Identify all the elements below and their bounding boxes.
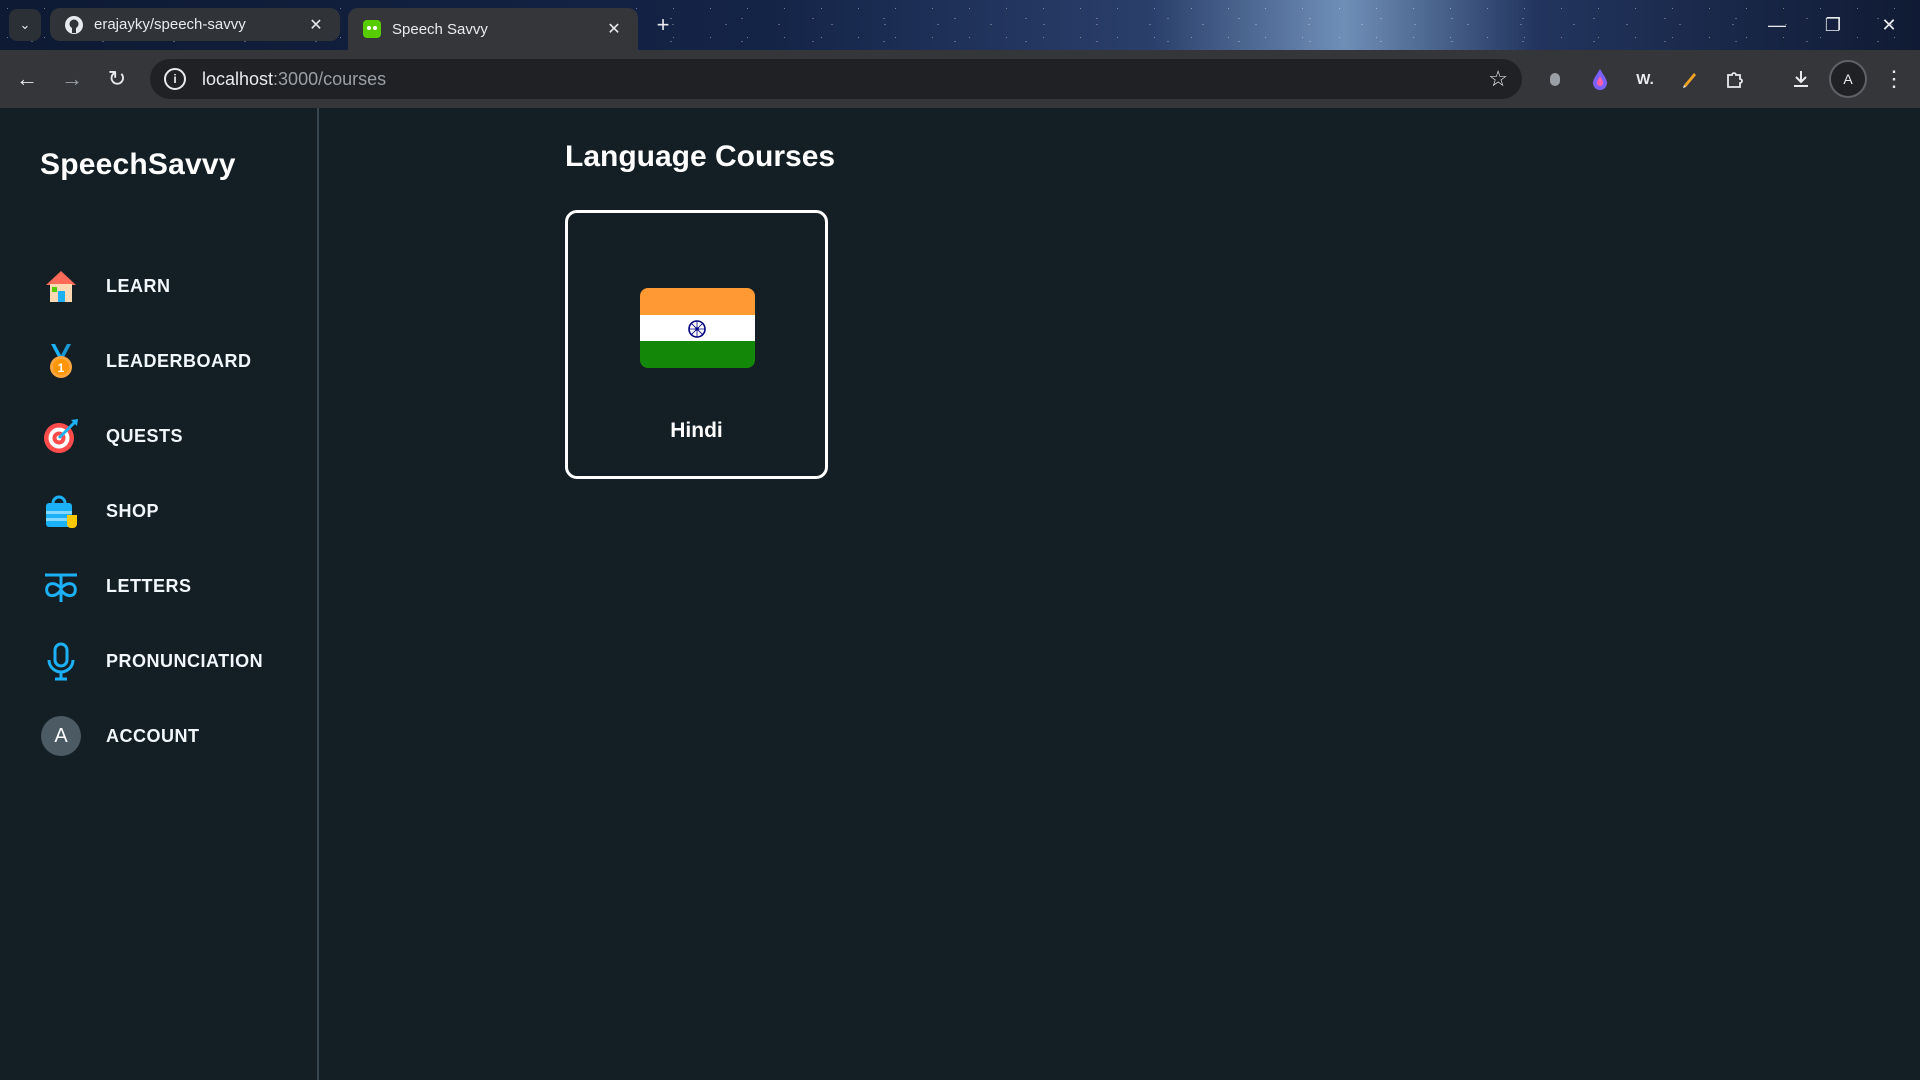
close-icon[interactable]: ✕ [306,15,326,35]
w-extension-icon[interactable]: W. [1630,64,1660,94]
extensions-puzzle-icon[interactable] [1720,64,1750,94]
sidebar-item-label: QUESTS [106,425,184,446]
sidebar-item-quests[interactable]: QUESTS [32,407,302,465]
url-path: :3000/courses [273,68,387,89]
sidebar-item-label: ACCOUNT [106,725,200,746]
sidebar-item-label: LEARN [106,275,171,296]
download-icon[interactable] [1786,64,1816,94]
sidebar: SpeechSavvy LEARN 1 LEADERBOARD QUESTS S… [0,108,319,1080]
tab-search-button[interactable]: ⌄ [9,9,41,41]
browser-tab-github[interactable]: erajayky/speech-savvy ✕ [50,8,340,41]
sidebar-item-letters[interactable]: LETTERS [32,557,302,615]
pen-extension-icon[interactable] [1675,64,1705,94]
avatar-icon: A [32,707,90,765]
reload-icon[interactable]: ↻ [99,61,135,97]
sidebar-item-account[interactable]: A ACCOUNT [32,707,302,765]
kebab-menu-icon[interactable]: ⋮ [1879,64,1909,94]
minimize-icon[interactable]: — [1754,8,1800,42]
medal-icon: 1 [32,332,90,390]
browser-tab-speech-savvy[interactable]: Speech Savvy ✕ [348,8,638,50]
close-window-icon[interactable]: ✕ [1866,8,1912,42]
sidebar-item-leaderboard[interactable]: 1 LEADERBOARD [32,332,302,390]
sidebar-item-pronunciation[interactable]: PRONUNCIATION [32,632,302,690]
url-host: localhost [202,68,274,89]
back-icon[interactable]: ← [9,61,45,97]
bookmark-star-icon[interactable]: ☆ [1488,66,1508,92]
ashoka-chakra-icon [688,319,706,338]
sidebar-item-label: LETTERS [106,575,192,596]
droplet-extension-icon[interactable] [1585,64,1615,94]
sidebar-item-learn[interactable]: LEARN [32,257,302,315]
tab-title: Speech Savvy [392,20,488,38]
target-icon [32,407,90,465]
course-name: Hindi [670,419,723,442]
devanagari-letter-icon [32,557,90,615]
github-icon [64,15,84,35]
new-tab-button[interactable]: + [648,10,678,40]
profile-initial: A [1843,71,1853,87]
browser-tab-bar: ⌄ erajayky/speech-savvy ✕ Speech Savvy ✕… [0,0,1920,50]
shopping-bag-icon [32,482,90,540]
page-title: Language Courses [565,140,836,173]
sidebar-item-label: SHOP [106,500,160,521]
microphone-icon [32,632,90,690]
sidebar-item-shop[interactable]: SHOP [32,482,302,540]
forward-icon[interactable]: → [54,61,90,97]
house-icon [32,257,90,315]
app-page: SpeechSavvy LEARN 1 LEADERBOARD QUESTS S… [0,108,1920,1080]
svg-text:1: 1 [58,361,65,375]
app-logo[interactable]: SpeechSavvy [40,148,236,182]
chevron-down-icon: ⌄ [19,17,31,32]
speech-savvy-favicon [362,19,382,39]
profile-avatar[interactable]: A [1829,60,1867,98]
account-avatar-initial: A [41,716,81,756]
restore-icon[interactable]: ❐ [1810,8,1856,42]
sidebar-item-label: LEADERBOARD [106,350,252,371]
sidebar-item-label: PRONUNCIATION [106,650,264,671]
site-info-icon[interactable]: i [164,68,186,90]
tab-title: erajayky/speech-savvy [94,16,246,33]
address-bar[interactable]: i localhost:3000/courses ☆ [150,59,1522,99]
extension-icon[interactable] [1540,64,1570,94]
india-flag [640,288,755,368]
close-icon[interactable]: ✕ [604,19,624,39]
browser-toolbar: ← → ↻ i localhost:3000/courses ☆ W. ⋮ [0,50,1920,108]
course-card-hindi[interactable]: Hindi [565,210,828,479]
